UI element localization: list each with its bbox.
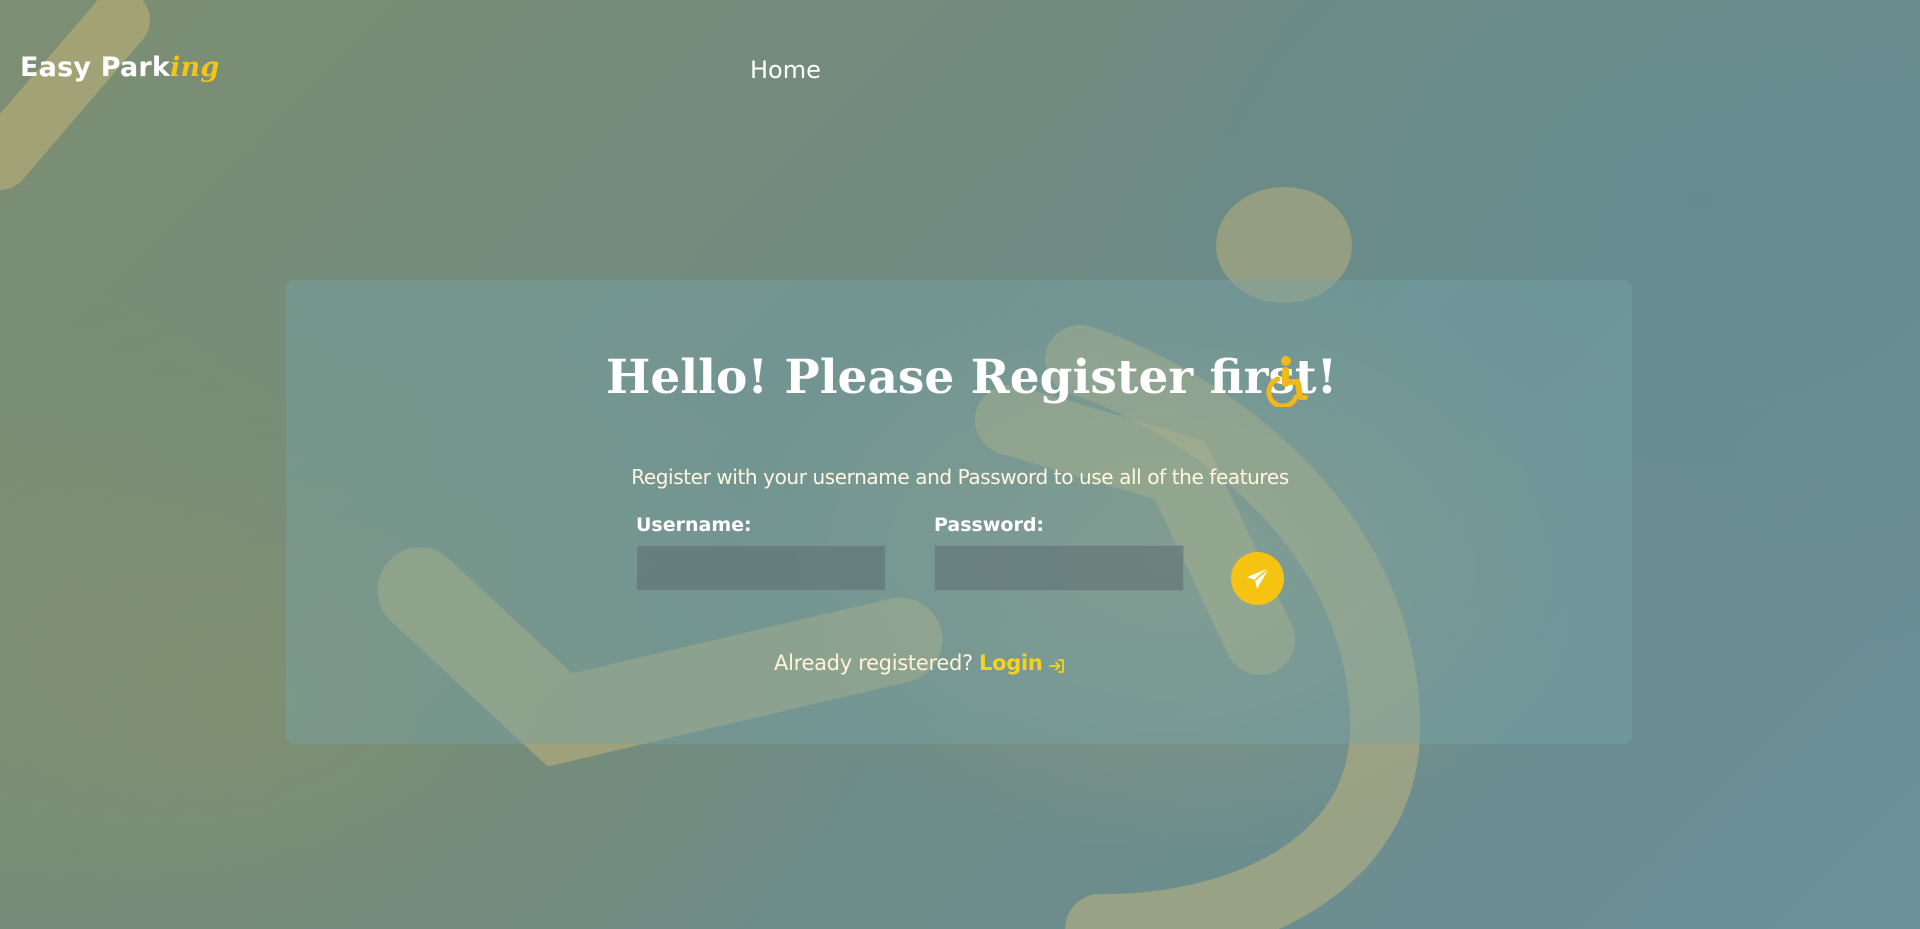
brand-name-main: Easy Park xyxy=(20,52,171,83)
username-label: Username: xyxy=(636,514,752,536)
password-label: Password: xyxy=(934,514,1045,536)
paper-plane-icon xyxy=(1246,566,1269,589)
wheelchair-icon xyxy=(1266,356,1308,407)
register-heading: Hello! Please Register first! xyxy=(606,350,1338,405)
register-subtitle: Register with your username and Password… xyxy=(631,465,1289,489)
sign-in-icon[interactable] xyxy=(1048,657,1066,675)
password-input[interactable] xyxy=(934,545,1184,591)
register-submit-button[interactable] xyxy=(1231,552,1284,605)
brand-logo[interactable]: Easy Parking xyxy=(20,52,219,83)
login-link[interactable]: Login xyxy=(979,651,1043,675)
username-input[interactable] xyxy=(636,545,886,591)
nav-home-link[interactable]: Home xyxy=(750,56,821,84)
already-registered-text: Already registered? xyxy=(774,651,973,675)
brand-name-accent: ing xyxy=(170,52,220,83)
top-navbar: Easy Parking Home xyxy=(0,0,1920,140)
